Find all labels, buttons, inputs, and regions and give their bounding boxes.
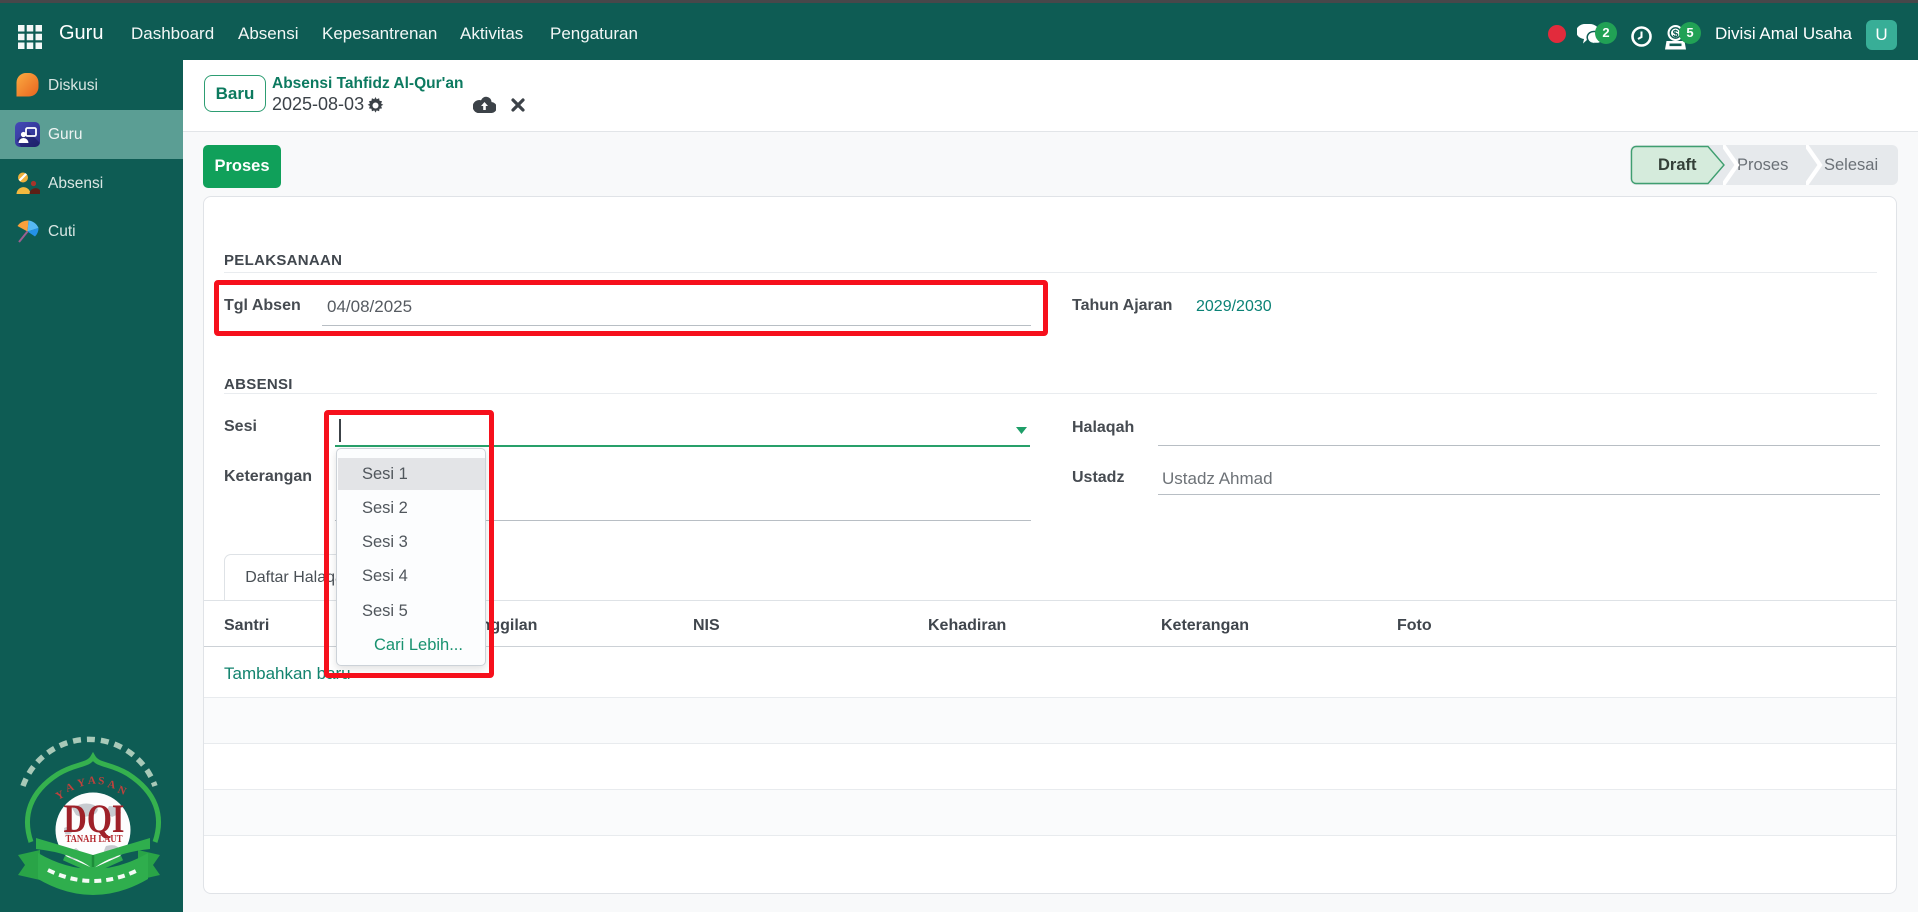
svg-text:A: A [88, 775, 97, 787]
svg-text:Y: Y [76, 777, 86, 790]
svg-text:$: $ [1673, 28, 1679, 40]
svg-text:A: A [106, 778, 116, 791]
svg-text:TANAH LAUT: TANAH LAUT [66, 833, 124, 845]
svg-text:S: S [98, 775, 105, 787]
svg-text:A: A [64, 781, 75, 795]
